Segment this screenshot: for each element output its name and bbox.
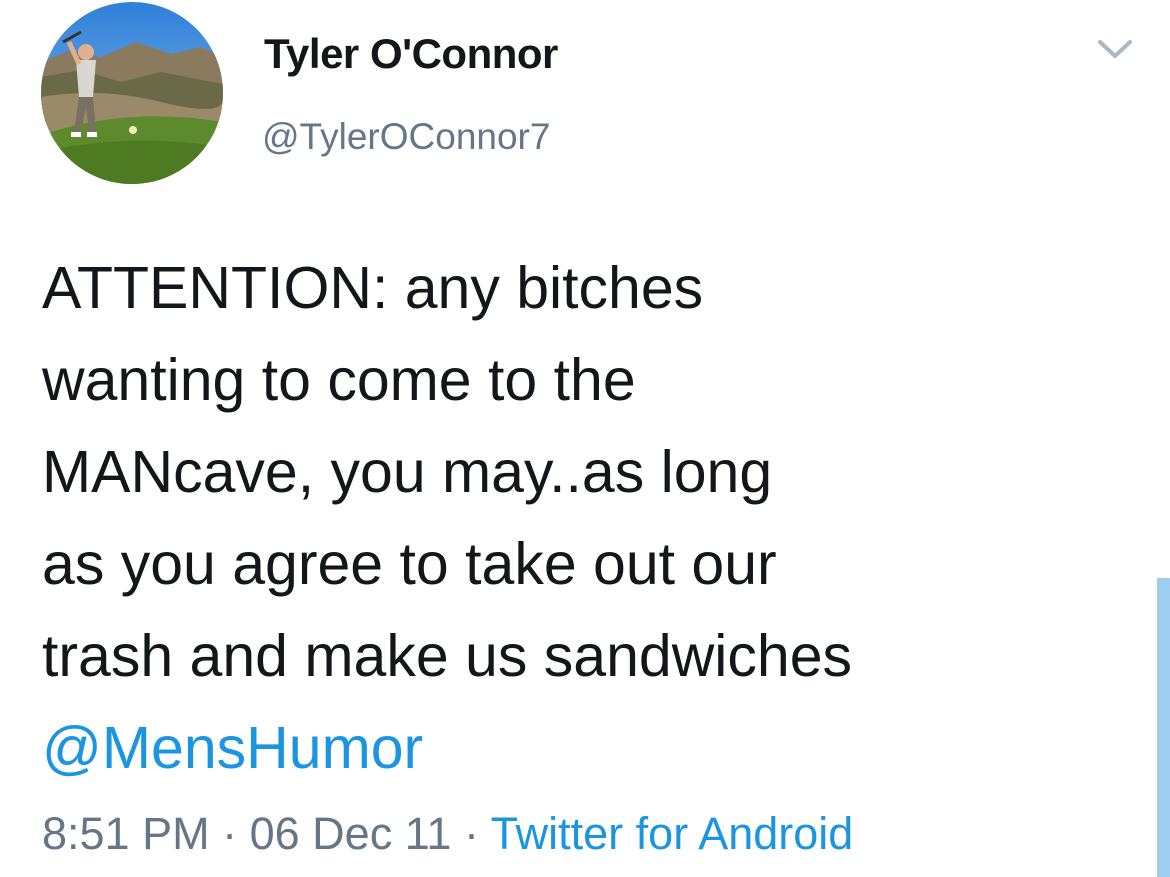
chevron-down-icon[interactable] xyxy=(1095,36,1135,62)
scroll-indicator[interactable] xyxy=(1157,578,1170,877)
meta-separator: · xyxy=(222,808,238,859)
tweet-text-line: wanting to come to the xyxy=(42,347,636,413)
tweet-card: Tyler O'Connor @TylerOConnor7 ATTENTION:… xyxy=(0,0,1170,877)
tweet-text: ATTENTION: any bitches wanting to come t… xyxy=(42,242,1122,794)
mention-link[interactable]: @MensHumor xyxy=(42,702,1122,794)
tweet-metadata: 8:51 PM · 06 Dec 11 · Twitter for Androi… xyxy=(42,808,853,860)
tweet-text-line: trash and make us sandwiches xyxy=(42,623,853,689)
meta-separator: · xyxy=(463,808,479,859)
tweet-text-line: as you agree to take out our xyxy=(42,531,777,597)
tweet-source-link[interactable]: Twitter for Android xyxy=(491,808,854,859)
tweet-time[interactable]: 8:51 PM xyxy=(42,808,210,859)
author-avatar[interactable] xyxy=(41,2,223,184)
golfer-avatar-icon xyxy=(41,2,223,184)
author-handle[interactable]: @TylerOConnor7 xyxy=(262,116,550,158)
tweet-text-line: ATTENTION: any bitches xyxy=(42,255,704,321)
tweet-date[interactable]: 06 Dec 11 xyxy=(250,808,452,859)
author-display-name[interactable]: Tyler O'Connor xyxy=(264,30,558,78)
tweet-text-line: MANcave, you may..as long xyxy=(42,439,773,505)
